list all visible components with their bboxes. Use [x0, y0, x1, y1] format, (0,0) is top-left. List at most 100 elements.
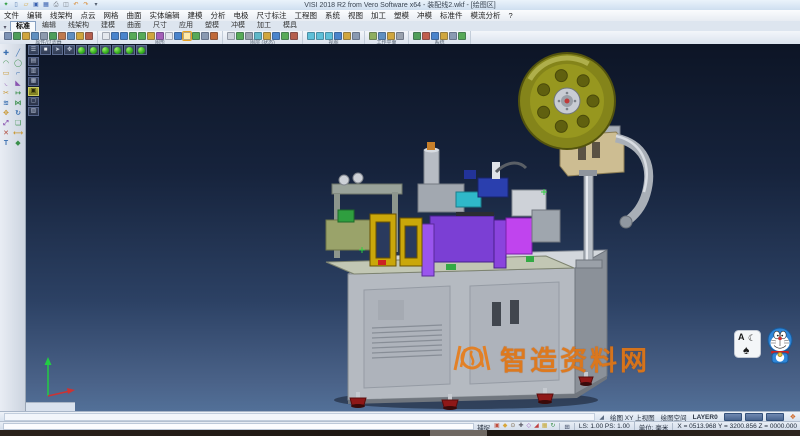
display-toggle-wire-icon[interactable]: ▤: [28, 57, 39, 66]
solid-shade-icon[interactable]: ■: [40, 45, 51, 55]
layer-view-button-3[interactable]: [766, 413, 784, 421]
view-ball-back-icon[interactable]: [124, 45, 135, 55]
prompt-area[interactable]: [4, 413, 595, 421]
layer-view-button-1[interactable]: [724, 413, 742, 421]
tab-曲面[interactable]: 曲面: [121, 20, 147, 31]
plot-preview-icon[interactable]: ◫: [62, 1, 70, 9]
dynamic-rotate-icon[interactable]: ✥: [64, 45, 75, 55]
menu-item-文件[interactable]: 文件: [0, 10, 23, 21]
tab-模具[interactable]: 模具: [277, 20, 303, 31]
quick-filter-icon[interactable]: [58, 32, 66, 40]
scale-tool-icon[interactable]: ⤢: [1, 119, 11, 128]
display-toggle-section-icon[interactable]: ▧: [28, 107, 39, 116]
wireframe-mode-icon[interactable]: [183, 32, 191, 40]
point-tool-icon[interactable]: ✚: [1, 49, 11, 58]
trim-tool-icon[interactable]: ✂: [1, 89, 11, 98]
tab-塑模[interactable]: 塑模: [199, 20, 225, 31]
view-ball-rotate-icon[interactable]: [136, 45, 147, 55]
layer-isolate-icon[interactable]: [272, 32, 280, 40]
menu-item-标准件[interactable]: 标准件: [436, 10, 467, 21]
menu-item-塑模[interactable]: 塑模: [390, 10, 413, 21]
workplane-view-icon[interactable]: [378, 32, 386, 40]
menu-item-视图[interactable]: 视图: [344, 10, 367, 21]
view-ball-right-icon[interactable]: [112, 45, 123, 55]
measure-tool-icon[interactable]: ⟷: [13, 129, 23, 138]
tab-overflow-icon[interactable]: ▾: [0, 24, 10, 31]
entity-filter-icon[interactable]: [49, 32, 57, 40]
layer-manager-icon[interactable]: [227, 32, 235, 40]
workplane-entity-icon[interactable]: [387, 32, 395, 40]
layer-delete-icon[interactable]: [290, 32, 298, 40]
rotate-view-icon[interactable]: [156, 32, 164, 40]
snap-tangent-icon[interactable]: ◢: [534, 423, 539, 430]
view-save-icon[interactable]: [352, 32, 360, 40]
workplane-reset-icon[interactable]: [396, 32, 404, 40]
customize-dropdown-icon[interactable]: ▾: [92, 1, 100, 9]
database-icon[interactable]: [422, 32, 430, 40]
tab-编辑[interactable]: 编辑: [36, 20, 62, 31]
pan-icon[interactable]: [147, 32, 155, 40]
fillet-tool-icon[interactable]: ◟: [1, 79, 11, 88]
line-weight-icon[interactable]: [40, 32, 48, 40]
zoom-window-icon[interactable]: [120, 32, 128, 40]
polyline-tool-icon[interactable]: ⌐: [13, 69, 23, 78]
open-file-icon[interactable]: ▱: [22, 1, 30, 9]
layer-view-button-2[interactable]: [745, 413, 763, 421]
current-layer-label[interactable]: LAYER0: [693, 414, 718, 421]
info-icon[interactable]: [449, 32, 457, 40]
view-top-icon[interactable]: [307, 32, 315, 40]
zoom-all-icon[interactable]: [111, 32, 119, 40]
chamfer-tool-icon[interactable]: ◣: [13, 79, 23, 88]
status-app-icon[interactable]: ❖: [790, 413, 796, 421]
line-type-icon[interactable]: [31, 32, 39, 40]
menu-item-加工[interactable]: 加工: [367, 10, 390, 21]
delete-tool-icon[interactable]: ✕: [1, 129, 11, 138]
snap-intersection-icon[interactable]: ✚: [518, 423, 523, 430]
view-dynamic-icon[interactable]: [343, 32, 351, 40]
new-document-icon[interactable]: ▯: [12, 1, 20, 9]
layer-off-icon[interactable]: [245, 32, 253, 40]
tab-冲模[interactable]: 冲模: [225, 20, 251, 31]
tab-线架构[interactable]: 线架构: [62, 20, 95, 31]
display-toggle-mixed-icon[interactable]: ▦: [28, 77, 39, 86]
display-toggle-shade-icon[interactable]: ▥: [28, 67, 39, 76]
previous-view-icon[interactable]: [165, 32, 173, 40]
undo-icon[interactable]: ↶: [72, 1, 80, 9]
circle-tool-icon[interactable]: ◯: [13, 59, 23, 68]
view-iso-icon[interactable]: [334, 32, 342, 40]
settings-icon[interactable]: [413, 32, 421, 40]
app-logo-icon[interactable]: ✦: [2, 1, 10, 9]
mirror-tool-icon[interactable]: ⋈: [13, 99, 23, 108]
offset-tool-icon[interactable]: ≋: [1, 99, 11, 108]
zoom-out-icon[interactable]: [138, 32, 146, 40]
perspective-icon[interactable]: [201, 32, 209, 40]
hidden-line-icon[interactable]: [192, 32, 200, 40]
snap-grid-icon[interactable]: ▦: [542, 423, 548, 430]
attribute-edit-icon[interactable]: [4, 32, 12, 40]
copy-tool-icon[interactable]: ❏: [13, 119, 23, 128]
selection-filter-icon[interactable]: [67, 32, 75, 40]
snap-midpoint-icon[interactable]: ◆: [503, 423, 508, 430]
text-tool-icon[interactable]: T: [1, 139, 11, 148]
view-ball-front-icon[interactable]: [100, 45, 111, 55]
layer-on-icon[interactable]: [236, 32, 244, 40]
zoom-in-icon[interactable]: [129, 32, 137, 40]
redraw-icon[interactable]: [102, 32, 110, 40]
machine-3d-model[interactable]: [26, 44, 800, 411]
options-icon[interactable]: [431, 32, 439, 40]
redo-icon[interactable]: ↷: [82, 1, 90, 9]
workplane-xy-icon[interactable]: [369, 32, 377, 40]
menu-item-模流分析[interactable]: 模流分析: [467, 10, 505, 21]
rectangle-tool-icon[interactable]: ▭: [1, 69, 11, 78]
layer-filter-icon[interactable]: [22, 32, 30, 40]
mask-icon[interactable]: [76, 32, 84, 40]
menu-item-系统[interactable]: 系统: [321, 10, 344, 21]
menu-item-?[interactable]: ?: [505, 10, 517, 21]
layer-current-icon[interactable]: [263, 32, 271, 40]
tab-建模[interactable]: 建模: [95, 20, 121, 31]
reset-filter-icon[interactable]: [85, 32, 93, 40]
tab-应用[interactable]: 应用: [173, 20, 199, 31]
viewport-menu-icon[interactable]: ☰: [28, 45, 39, 55]
help-icon[interactable]: [458, 32, 466, 40]
move-tool-icon[interactable]: ✥: [1, 109, 11, 118]
